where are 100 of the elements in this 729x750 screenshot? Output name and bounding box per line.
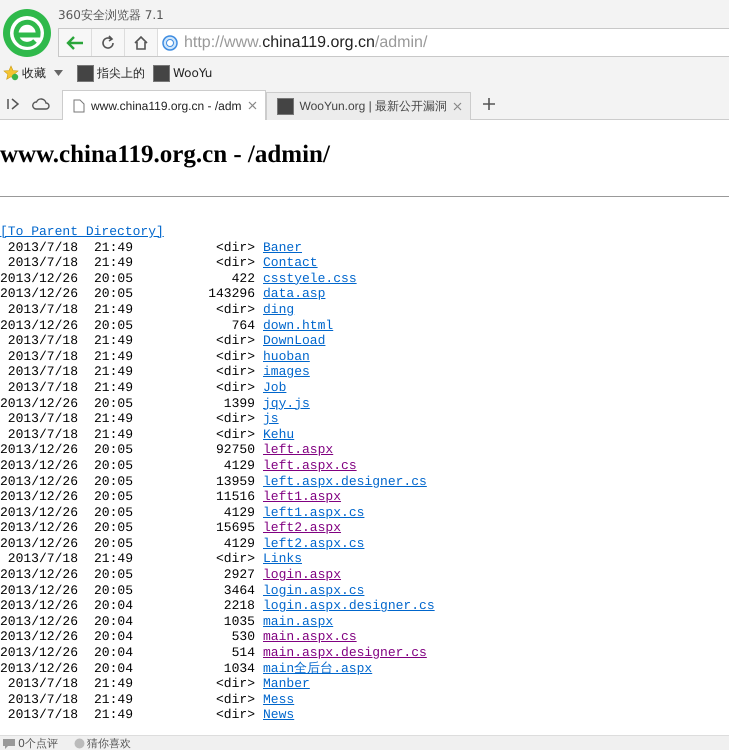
file-size: <dir> (214, 676, 255, 692)
file-time: 21:49 (92, 380, 133, 396)
close-icon[interactable] (453, 102, 462, 111)
file-size: <dir> (214, 364, 255, 380)
file-date: 2013/12/26 (0, 520, 78, 536)
status-item[interactable]: 0个点评 (2, 736, 58, 750)
file-link[interactable]: left2.aspx (263, 520, 342, 536)
file-link[interactable]: DownLoad (263, 333, 326, 349)
file-date: 2013/12/26 (0, 270, 78, 286)
file-date: 2013/12/26 (0, 614, 78, 630)
file-date: 2013/7/18 (6, 333, 78, 349)
file-size: <dir> (214, 348, 255, 364)
file-time: 21:49 (92, 348, 133, 364)
file-link[interactable]: left.aspx (263, 442, 334, 458)
file-date: 2013/12/26 (0, 660, 78, 676)
file-link[interactable]: login.aspx (263, 567, 342, 583)
status-item[interactable]: 猜你喜欢 (74, 736, 131, 750)
file-link[interactable]: huoban (263, 348, 310, 364)
file-size: <dir> (214, 333, 255, 349)
file-date: 2013/7/18 (6, 364, 78, 380)
file-date: 2013/7/18 (6, 255, 78, 271)
file-link[interactable]: Job (263, 380, 286, 396)
file-time: 20:05 (92, 458, 133, 474)
file-link[interactable]: left.aspx.cs (263, 458, 357, 474)
bookmark-item[interactable]: WooYu (153, 64, 212, 82)
file-link[interactable]: left1.aspx (263, 489, 342, 505)
file-date: 2013/12/26 (0, 629, 78, 646)
file-time: 20:05 (92, 474, 133, 490)
site-icon (153, 64, 170, 82)
file-time: 21:49 (92, 411, 133, 427)
bookmark-item[interactable]: 收藏 (3, 64, 46, 82)
file-date: 2013/7/18 (6, 676, 78, 692)
file-link[interactable]: login.aspx.designer.cs (263, 598, 435, 614)
file-time: 21:49 (92, 255, 133, 271)
file-time: 20:05 (92, 489, 133, 505)
file-size: 2218 (222, 598, 255, 614)
file-date: 2013/7/18 (6, 348, 78, 364)
file-link[interactable]: main.aspx.cs (263, 629, 357, 646)
file-size: <dir> (214, 255, 255, 271)
file-link[interactable]: data.asp (263, 286, 326, 302)
browser-tab[interactable]: www.china119.org.cn - /adm (62, 90, 266, 120)
file-time: 21:49 (92, 302, 133, 318)
file-link[interactable]: Baner (263, 240, 302, 256)
file-link[interactable]: Manber (263, 676, 310, 692)
file-link[interactable]: left.aspx.designer.cs (263, 474, 427, 490)
file-link[interactable]: left1.aspx.cs (263, 504, 364, 520)
parent-directory-link[interactable]: [To Parent Directory] (0, 224, 164, 240)
file-time: 20:04 (92, 660, 133, 676)
file-time: 21:49 (92, 676, 133, 692)
file-link[interactable]: main全后台.aspx (263, 660, 372, 676)
new-tab-icon[interactable] (483, 98, 496, 110)
file-time: 21:49 (92, 426, 133, 442)
star-icon (3, 65, 19, 81)
file-link[interactable]: left2.aspx.cs (263, 536, 364, 552)
file-size: <dir> (214, 551, 255, 568)
file-link[interactable]: Mess (263, 692, 294, 708)
file-date: 2013/12/26 (0, 458, 78, 474)
file-time: 20:05 (92, 536, 133, 552)
file-time: 20:04 (92, 645, 133, 661)
caret-icon[interactable] (54, 70, 63, 76)
file-date: 2013/7/18 (6, 426, 78, 442)
page-icon (73, 98, 85, 112)
file-date: 2013/12/26 (0, 536, 78, 552)
file-size: 514 (230, 645, 255, 661)
file-time: 20:05 (92, 318, 133, 334)
file-link[interactable]: main.aspx (263, 614, 334, 630)
file-link[interactable]: csstyele.css (263, 270, 357, 286)
file-date: 2013/12/26 (0, 567, 78, 583)
file-link[interactable]: Kehu (263, 426, 294, 442)
file-time: 21:49 (92, 707, 133, 723)
file-size: <dir> (214, 692, 255, 708)
file-size: 422 (230, 270, 255, 286)
file-size: <dir> (214, 426, 255, 442)
file-link[interactable]: News (263, 707, 294, 723)
file-time: 21:49 (92, 551, 133, 568)
file-size: <dir> (214, 240, 255, 256)
browser-tab[interactable]: WooYun.org | 最新公开漏洞 (266, 92, 472, 120)
cloud-icon[interactable] (32, 97, 50, 111)
file-size: 4129 (222, 504, 255, 520)
file-size: 4129 (222, 458, 255, 474)
file-size: 1034 (222, 660, 255, 676)
file-link[interactable]: js (263, 411, 279, 427)
file-link[interactable]: ding (263, 302, 294, 318)
comment-icon (2, 737, 16, 749)
file-date: 2013/7/18 (6, 302, 78, 318)
browser-logo-icon[interactable] (2, 8, 52, 58)
close-icon[interactable] (248, 101, 257, 110)
window-title: 360安全浏览器 7.1 (58, 7, 165, 24)
file-link[interactable]: jqy.js (263, 396, 310, 412)
file-link[interactable]: main.aspx.designer.cs (263, 645, 427, 661)
file-link[interactable]: down.html (263, 318, 334, 334)
file-time: 20:05 (92, 442, 133, 458)
bookmark-item[interactable]: 指尖上的 (77, 64, 145, 82)
file-size: 11516 (214, 489, 255, 505)
file-link[interactable]: login.aspx.cs (263, 582, 364, 598)
file-link[interactable]: Links (263, 551, 302, 568)
file-link[interactable]: Contact (263, 255, 318, 271)
site-icon (77, 64, 94, 82)
file-link[interactable]: images (263, 364, 310, 380)
sidebar-toggle-icon[interactable] (6, 97, 20, 111)
